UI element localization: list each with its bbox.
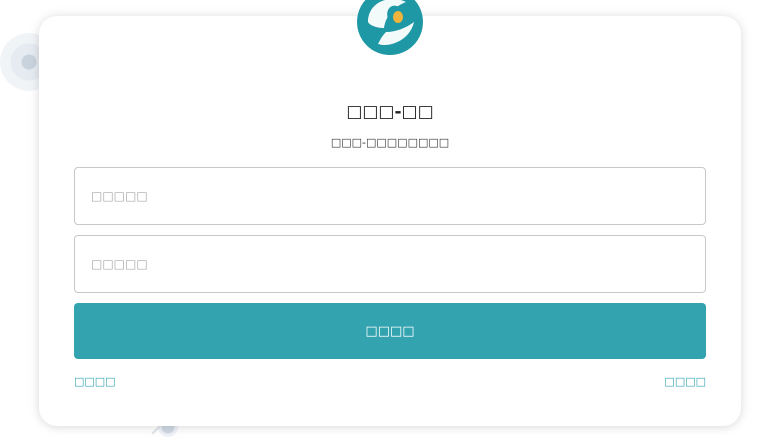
password-input[interactable]	[75, 236, 705, 292]
username-input[interactable]	[75, 168, 705, 224]
page-subtitle: □□□-□□□□□□□□	[330, 136, 450, 149]
left-link[interactable]: □□□□	[74, 375, 116, 388]
logo-icon	[356, 0, 424, 56]
right-link[interactable]: □□□□	[664, 375, 706, 388]
page-title: □□□-□□	[346, 102, 434, 122]
password-field-wrapper	[74, 235, 706, 293]
username-field-wrapper	[74, 167, 706, 225]
login-button[interactable]: □□□□	[74, 303, 706, 359]
